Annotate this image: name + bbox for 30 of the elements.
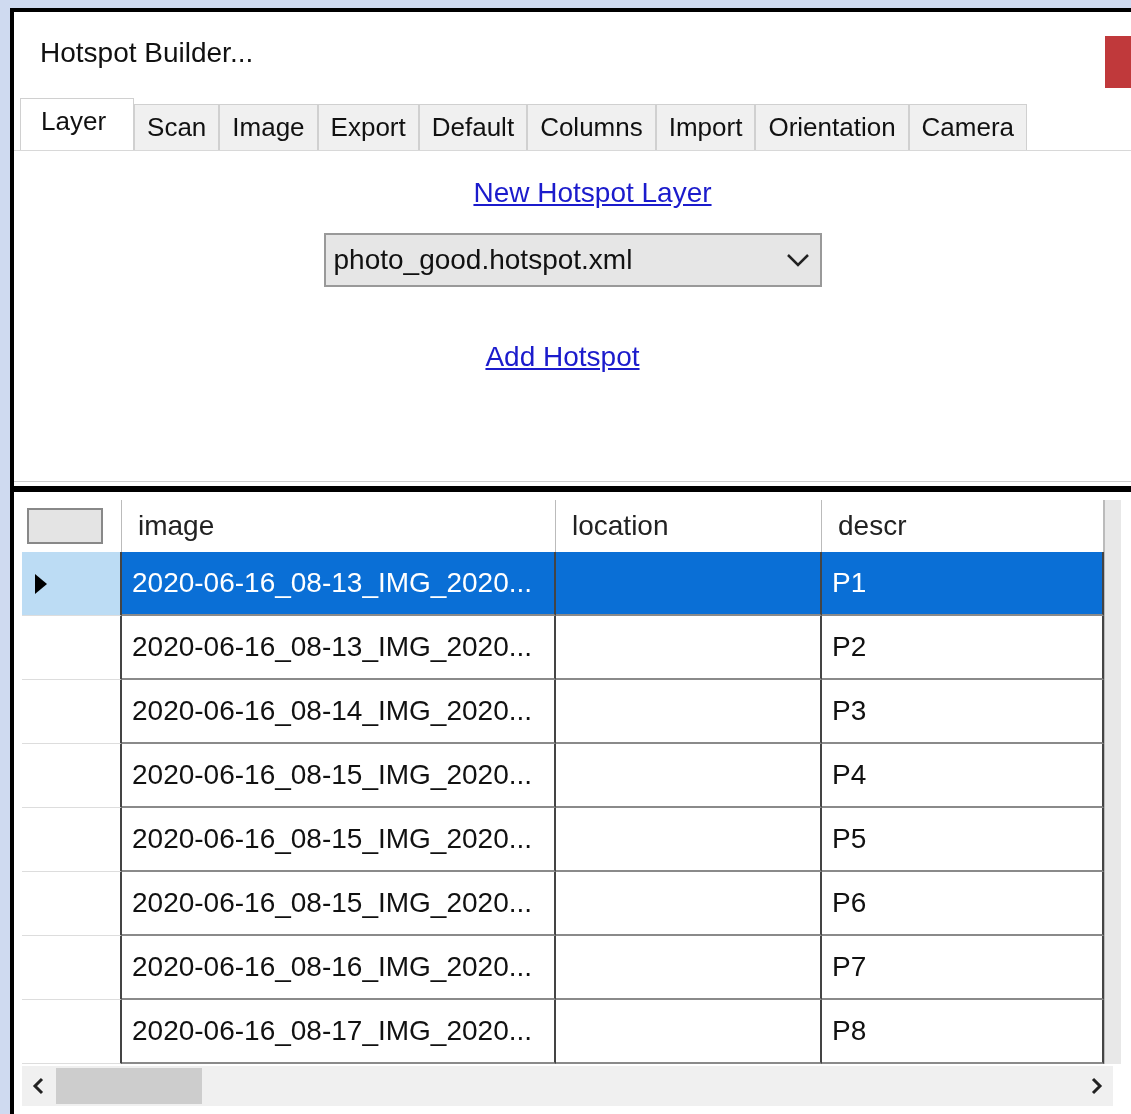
row-header[interactable] — [22, 552, 122, 616]
table-cell: 2020-06-16_08-15_IMG_2020... — [122, 872, 556, 936]
tab[interactable]: Scan — [134, 104, 220, 150]
chevron-down-icon — [785, 253, 810, 267]
table-cell: 2020-06-16_08-17_IMG_2020... — [122, 1000, 556, 1064]
table-cell: 2020-06-16_08-13_IMG_2020... — [122, 616, 556, 680]
table-cell: 2020-06-16_08-15_IMG_2020... — [122, 808, 556, 872]
table-cell: 2020-06-16_08-14_IMG_2020... — [122, 680, 556, 744]
window-title: Hotspot Builder... — [40, 37, 254, 69]
table-cell: 2020-06-16_08-15_IMG_2020... — [122, 744, 556, 808]
tab[interactable]: Default — [418, 104, 528, 150]
new-layer-link[interactable]: New Hotspot Layer — [473, 177, 712, 209]
close-button[interactable] — [1105, 36, 1131, 88]
layer-dropdown[interactable]: photo_good.hotspot.xml — [323, 233, 822, 287]
table-cell: 2020-06-16_08-13_IMG_2020... — [122, 552, 556, 616]
tab[interactable]: Image — [219, 104, 318, 150]
scrollbar-thumb[interactable] — [56, 1068, 202, 1104]
tab[interactable]: Export — [317, 104, 419, 150]
horizontal-scrollbar[interactable] — [22, 1066, 1113, 1106]
tab[interactable]: Import — [655, 104, 756, 150]
vertical-scrollbar[interactable] — [1104, 500, 1121, 1064]
current-row-icon — [34, 572, 48, 595]
select-all-header[interactable] — [27, 508, 103, 544]
tab[interactable]: Layer — [20, 98, 135, 150]
tab[interactable]: Camera — [908, 104, 1028, 150]
tab[interactable]: Orientation — [755, 104, 909, 150]
tab[interactable]: Columns — [527, 104, 656, 150]
table-cell: P1 — [822, 552, 1104, 616]
table-cell: 2020-06-16_08-16_IMG_2020... — [122, 936, 556, 1000]
add-hotspot-link[interactable]: Add Hotspot — [485, 341, 640, 373]
